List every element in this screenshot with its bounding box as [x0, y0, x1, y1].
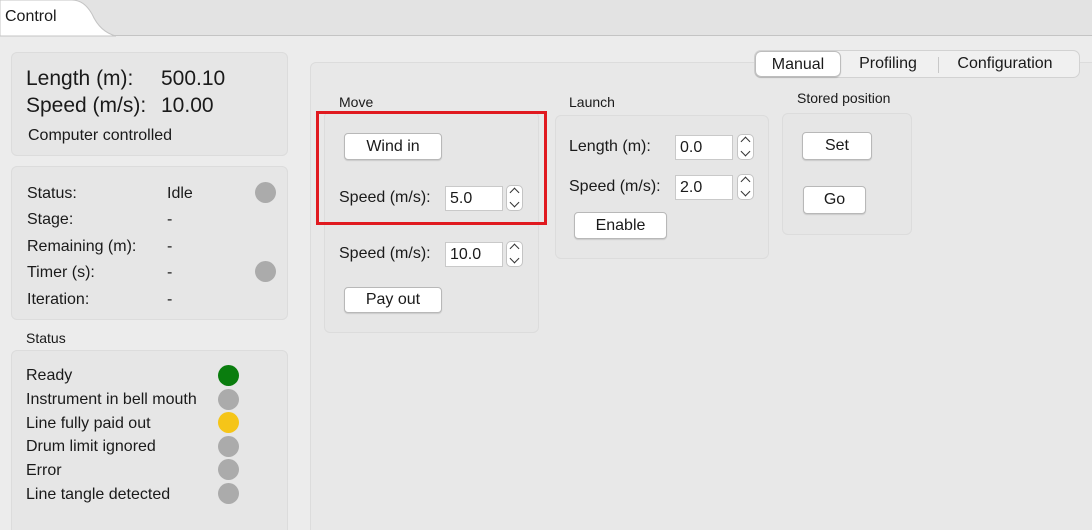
stepper-down-icon [740, 146, 751, 157]
error-indicator-icon [218, 459, 239, 480]
payout-speed-stepper[interactable] [506, 241, 523, 267]
ready-indicator-icon [218, 365, 239, 386]
stepper-up-icon [740, 136, 751, 147]
status-indicator-icon [255, 182, 276, 203]
position-info-panel: Length (m): 500.10 Speed (m/s): 10.00 Co… [11, 52, 288, 156]
length-label: Length (m): [26, 67, 134, 90]
go-button[interactable]: Go [803, 186, 866, 214]
highlight-box [316, 111, 547, 225]
length-value: 500.10 [161, 67, 226, 90]
launch-length-input[interactable]: 0.0 [675, 135, 733, 160]
status-value: Idle [167, 185, 193, 202]
stepper-down-icon [509, 253, 520, 264]
speed-label: Speed (m/s): [26, 94, 147, 117]
launch-speed-input[interactable]: 2.0 [675, 175, 733, 200]
drum-limit-indicator-icon [218, 436, 239, 457]
pay-out-button[interactable]: Pay out [344, 287, 442, 313]
tab-control-label: Control [5, 8, 57, 25]
timer-value: - [167, 264, 173, 281]
stage-info-panel: Status: Idle Stage: - Remaining (m): - T… [11, 166, 288, 320]
payout-speed-input[interactable]: 10.0 [445, 242, 503, 267]
payout-speed-label: Speed (m/s): [339, 245, 431, 262]
tab-profiling[interactable]: Profiling [842, 51, 934, 77]
tab-manual[interactable]: Manual [755, 51, 841, 77]
timer-label: Timer (s): [27, 264, 95, 281]
tab-bar: Control [0, 0, 1092, 37]
stage-value: - [167, 211, 173, 228]
launch-section-title: Launch [569, 94, 615, 110]
status-section-title: Status [26, 330, 66, 346]
move-section-title: Move [339, 94, 374, 110]
stored-position-section-title: Stored position [797, 90, 891, 106]
stage-label: Stage: [27, 211, 74, 228]
set-button[interactable]: Set [802, 132, 872, 160]
launch-length-stepper[interactable] [737, 134, 754, 160]
stepper-up-icon [740, 176, 751, 187]
timer-indicator-icon [255, 261, 276, 282]
control-mode-text: Computer controlled [28, 127, 173, 144]
tab-control[interactable]: Control [0, 0, 118, 37]
launch-speed-stepper[interactable] [737, 174, 754, 200]
status-label: Status: [27, 185, 77, 202]
status-paid-out-label: Line fully paid out [26, 415, 151, 432]
remaining-value: - [167, 238, 173, 255]
status-tangle-label: Line tangle detected [26, 486, 171, 503]
stepper-down-icon [740, 186, 751, 197]
stepper-up-icon [509, 243, 520, 254]
status-ready-label: Ready [26, 367, 73, 384]
iteration-value: - [167, 291, 173, 308]
remaining-label: Remaining (m): [27, 238, 137, 255]
status-bell-mouth-label: Instrument in bell mouth [26, 391, 197, 408]
paid-out-indicator-icon [218, 412, 239, 433]
tab-divider [938, 57, 939, 73]
tangle-indicator-icon [218, 483, 239, 504]
iteration-label: Iteration: [27, 291, 90, 308]
status-error-label: Error [26, 462, 62, 479]
tab-configuration[interactable]: Configuration [940, 51, 1070, 77]
enable-button[interactable]: Enable [574, 212, 667, 239]
launch-length-label: Length (m): [569, 138, 651, 155]
status-drum-limit-label: Drum limit ignored [26, 438, 156, 455]
bell-mouth-indicator-icon [218, 389, 239, 410]
mode-tabs: Manual Profiling Configuration [754, 50, 1080, 78]
launch-speed-label: Speed (m/s): [569, 178, 661, 195]
status-panel: Ready Instrument in bell mouth Line full… [11, 350, 288, 530]
speed-value: 10.00 [161, 94, 214, 117]
